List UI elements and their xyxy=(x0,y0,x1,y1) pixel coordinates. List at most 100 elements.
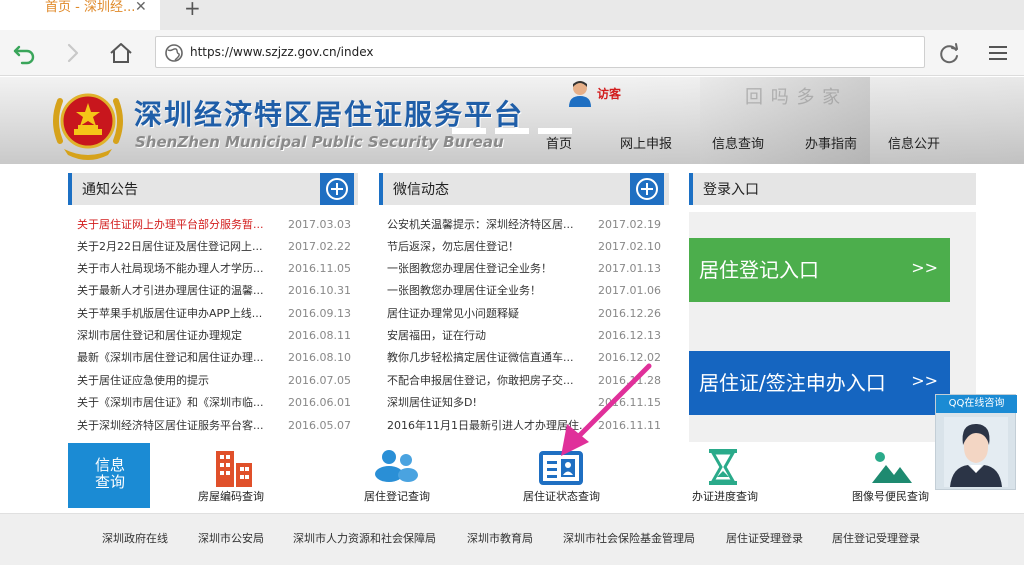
tab-close-icon[interactable]: ✕ xyxy=(135,0,147,14)
browser-toolbar: https://www.szjzz.gov.cn/index xyxy=(0,30,1024,76)
notice-item[interactable]: 关于居住证应急使用的提示 2016.07.05 xyxy=(77,371,357,391)
wechat-title-text[interactable]: 节后返深，勿忘居住登记！ xyxy=(387,237,519,257)
notice-title[interactable]: 关于最新人才引进办理居住证的温馨... xyxy=(77,281,264,301)
tab-title: 首页 - 深圳经... xyxy=(45,0,136,15)
image-number-query[interactable]: 图像号便民查询 xyxy=(850,447,934,509)
nav-info-public[interactable]: 信息公开 xyxy=(888,133,940,152)
footer-link-sz-gov[interactable]: 深圳政府在线 xyxy=(102,530,168,546)
notice-item[interactable]: 最新《深圳市居住登记和居住证办理... 2016.08.10 xyxy=(77,348,357,368)
notice-item[interactable]: 关于深圳经济特区居住证服务平台客... 2016.05.07 xyxy=(77,416,357,436)
wechat-title-text[interactable]: 居住证办理常见小问题释疑 xyxy=(387,304,519,324)
wechat-panel-header: 微信动态 xyxy=(379,173,669,205)
footer-link-police[interactable]: 深圳市公安局 xyxy=(198,530,264,546)
image-number-query-label[interactable]: 图像号便民查询 xyxy=(852,488,929,504)
notice-title[interactable]: 关于深圳经济特区居住证服务平台客... xyxy=(77,416,264,436)
wechat-title-text[interactable]: 公安机关温馨提示：深圳经济特区居... xyxy=(387,215,574,235)
notice-title[interactable]: 关于苹果手机版居住证申办APP上线... xyxy=(77,304,262,324)
notice-date: 2016.08.11 xyxy=(288,329,351,342)
notice-title[interactable]: 关于《深圳市居住证》和《深圳市临... xyxy=(77,393,264,413)
wechat-date: 2016.12.13 xyxy=(598,329,661,342)
info-query-tag: 信息查询 xyxy=(68,443,150,508)
footer-link-education[interactable]: 深圳市教育局 xyxy=(467,530,533,546)
back-icon[interactable] xyxy=(10,38,40,68)
nav-online-apply[interactable]: 网上申报 xyxy=(620,133,672,152)
residence-permit-status-query-label[interactable]: 居住证状态查询 xyxy=(523,488,600,504)
wechat-item[interactable]: 一张图教您办理居住证全业务！ 2017.01.06 xyxy=(387,281,669,301)
notice-item[interactable]: 深圳市居住登记和居住证办理规定 2016.08.11 xyxy=(77,326,357,346)
notice-title[interactable]: 最新《深圳市居住登记和居住证办理... xyxy=(77,348,264,368)
permit-progress-query-label[interactable]: 办证进度查询 xyxy=(692,488,758,504)
house-code-query[interactable]: 房屋编码查询 xyxy=(195,447,275,509)
wechat-item[interactable]: 节后返深，勿忘居住登记！ 2017.02.10 xyxy=(387,237,669,257)
url-text: https://www.szjzz.gov.cn/index xyxy=(190,45,374,59)
nav-guide[interactable]: 办事指南 xyxy=(805,133,857,152)
notice-item[interactable]: 关于最新人才引进办理居住证的温馨... 2016.10.31 xyxy=(77,281,357,301)
hourglass-icon xyxy=(709,449,737,485)
users-icon xyxy=(375,450,418,482)
forward-icon[interactable] xyxy=(58,38,88,68)
title-decoration xyxy=(495,128,529,134)
notice-date: 2016.05.07 xyxy=(288,419,351,432)
footer-link-permit-login[interactable]: 居住证受理登录 xyxy=(726,530,803,546)
notice-date: 2016.09.13 xyxy=(288,307,351,320)
nav-home[interactable]: 首页 xyxy=(546,133,572,152)
visitor-label[interactable]: 访客 xyxy=(597,85,621,102)
entry-arrow: >> xyxy=(911,258,938,277)
national-emblem-icon xyxy=(53,93,123,160)
residence-registration-query[interactable]: 居住登记查询 xyxy=(361,447,441,509)
notice-title[interactable]: 关于2月22日居住证及居住登记网上... xyxy=(77,237,262,257)
house-code-query-label[interactable]: 房屋编码查询 xyxy=(198,488,264,504)
nav-info-query[interactable]: 信息查询 xyxy=(712,133,764,152)
notice-item[interactable]: 关于《深圳市居住证》和《深圳市临... 2016.06.01 xyxy=(77,393,357,413)
wechat-item[interactable]: 居住证办理常见小问题释疑 2016.12.26 xyxy=(387,304,669,324)
landscape-icon xyxy=(872,452,912,483)
entry-label: 居住登记入口 xyxy=(699,258,819,282)
footer-link-hr[interactable]: 深圳市人力资源和社会保障局 xyxy=(293,530,436,546)
wechat-more-button[interactable] xyxy=(630,173,664,205)
notice-item[interactable]: 关于市人社局现场不能办理人才学历... 2016.11.05 xyxy=(77,259,357,279)
footer-link-social-insurance[interactable]: 深圳市社会保险基金管理局 xyxy=(563,530,695,546)
home-icon[interactable] xyxy=(106,38,136,68)
notices-more-button[interactable] xyxy=(320,173,354,205)
notice-item[interactable]: 关于2月22日居住证及居住登记网上... 2017.02.22 xyxy=(77,237,357,257)
qq-consult-label[interactable]: QQ在线咨询 xyxy=(936,395,1017,413)
notice-date: 2016.11.05 xyxy=(288,262,351,275)
qq-consult-widget[interactable]: QQ在线咨询 xyxy=(935,394,1017,490)
notice-item[interactable]: 关于苹果手机版居住证申办APP上线... 2016.09.13 xyxy=(77,304,357,324)
notice-item[interactable]: 关于居住证网上办理平台部分服务暂... 2017.03.03 xyxy=(77,215,357,235)
notice-date: 2016.10.31 xyxy=(288,284,351,297)
notice-title[interactable]: 深圳市居住登记和居住证办理规定 xyxy=(77,326,242,346)
notice-date: 2016.06.01 xyxy=(288,396,351,409)
wechat-date: 2017.01.06 xyxy=(598,284,661,297)
wechat-title-text[interactable]: 一张图教您办理居住证全业务！ xyxy=(387,281,541,301)
residence-permit-entry-button[interactable]: 居住证/签注申办入口 >> xyxy=(689,351,950,415)
new-tab-button[interactable]: + xyxy=(184,0,201,18)
wechat-date: 2016.12.26 xyxy=(598,307,661,320)
notice-date: 2016.08.10 xyxy=(288,351,351,364)
residence-registration-entry-button[interactable]: 居住登记入口 >> xyxy=(689,238,950,302)
wechat-title-text[interactable]: 深圳居住证知多D! xyxy=(387,393,477,413)
notice-title[interactable]: 关于居住证网上办理平台部分服务暂... xyxy=(77,215,264,235)
notice-title[interactable]: 关于居住证应急使用的提示 xyxy=(77,371,209,391)
menu-icon[interactable] xyxy=(983,38,1013,68)
visitor-avatar-icon[interactable] xyxy=(567,79,593,107)
site-title: 深圳经济特区居住证服务平台 xyxy=(134,98,525,131)
wechat-item[interactable]: 安居福田，证在行动 2016.12.13 xyxy=(387,326,669,346)
wechat-item[interactable]: 公安机关温馨提示：深圳经济特区居... 2017.02.19 xyxy=(387,215,669,235)
annotation-arrow-icon xyxy=(561,363,652,456)
header-ghost-text: 回 吗 多 家 xyxy=(745,87,842,108)
wechat-title-text[interactable]: 一张图教您办理居住登记全业务！ xyxy=(387,259,552,279)
reload-icon[interactable] xyxy=(934,38,964,68)
browser-tab[interactable]: 首页 - 深圳经... ✕ xyxy=(0,0,160,30)
wechat-date: 2017.02.19 xyxy=(598,218,661,231)
residence-registration-query-label[interactable]: 居住登记查询 xyxy=(364,488,430,504)
notice-title[interactable]: 关于市人社局现场不能办理人才学历... xyxy=(77,259,264,279)
footer-link-registration-login[interactable]: 居住登记受理登录 xyxy=(832,530,920,546)
wechat-title-text[interactable]: 安居福田，证在行动 xyxy=(387,326,486,346)
customer-service-avatar-icon xyxy=(944,417,1008,487)
title-decoration xyxy=(452,128,486,134)
address-bar[interactable]: https://www.szjzz.gov.cn/index xyxy=(155,36,925,68)
wechat-date: 2017.02.10 xyxy=(598,240,661,253)
permit-progress-query[interactable]: 办证进度查询 xyxy=(692,447,772,509)
wechat-item[interactable]: 一张图教您办理居住登记全业务！ 2017.01.13 xyxy=(387,259,669,279)
